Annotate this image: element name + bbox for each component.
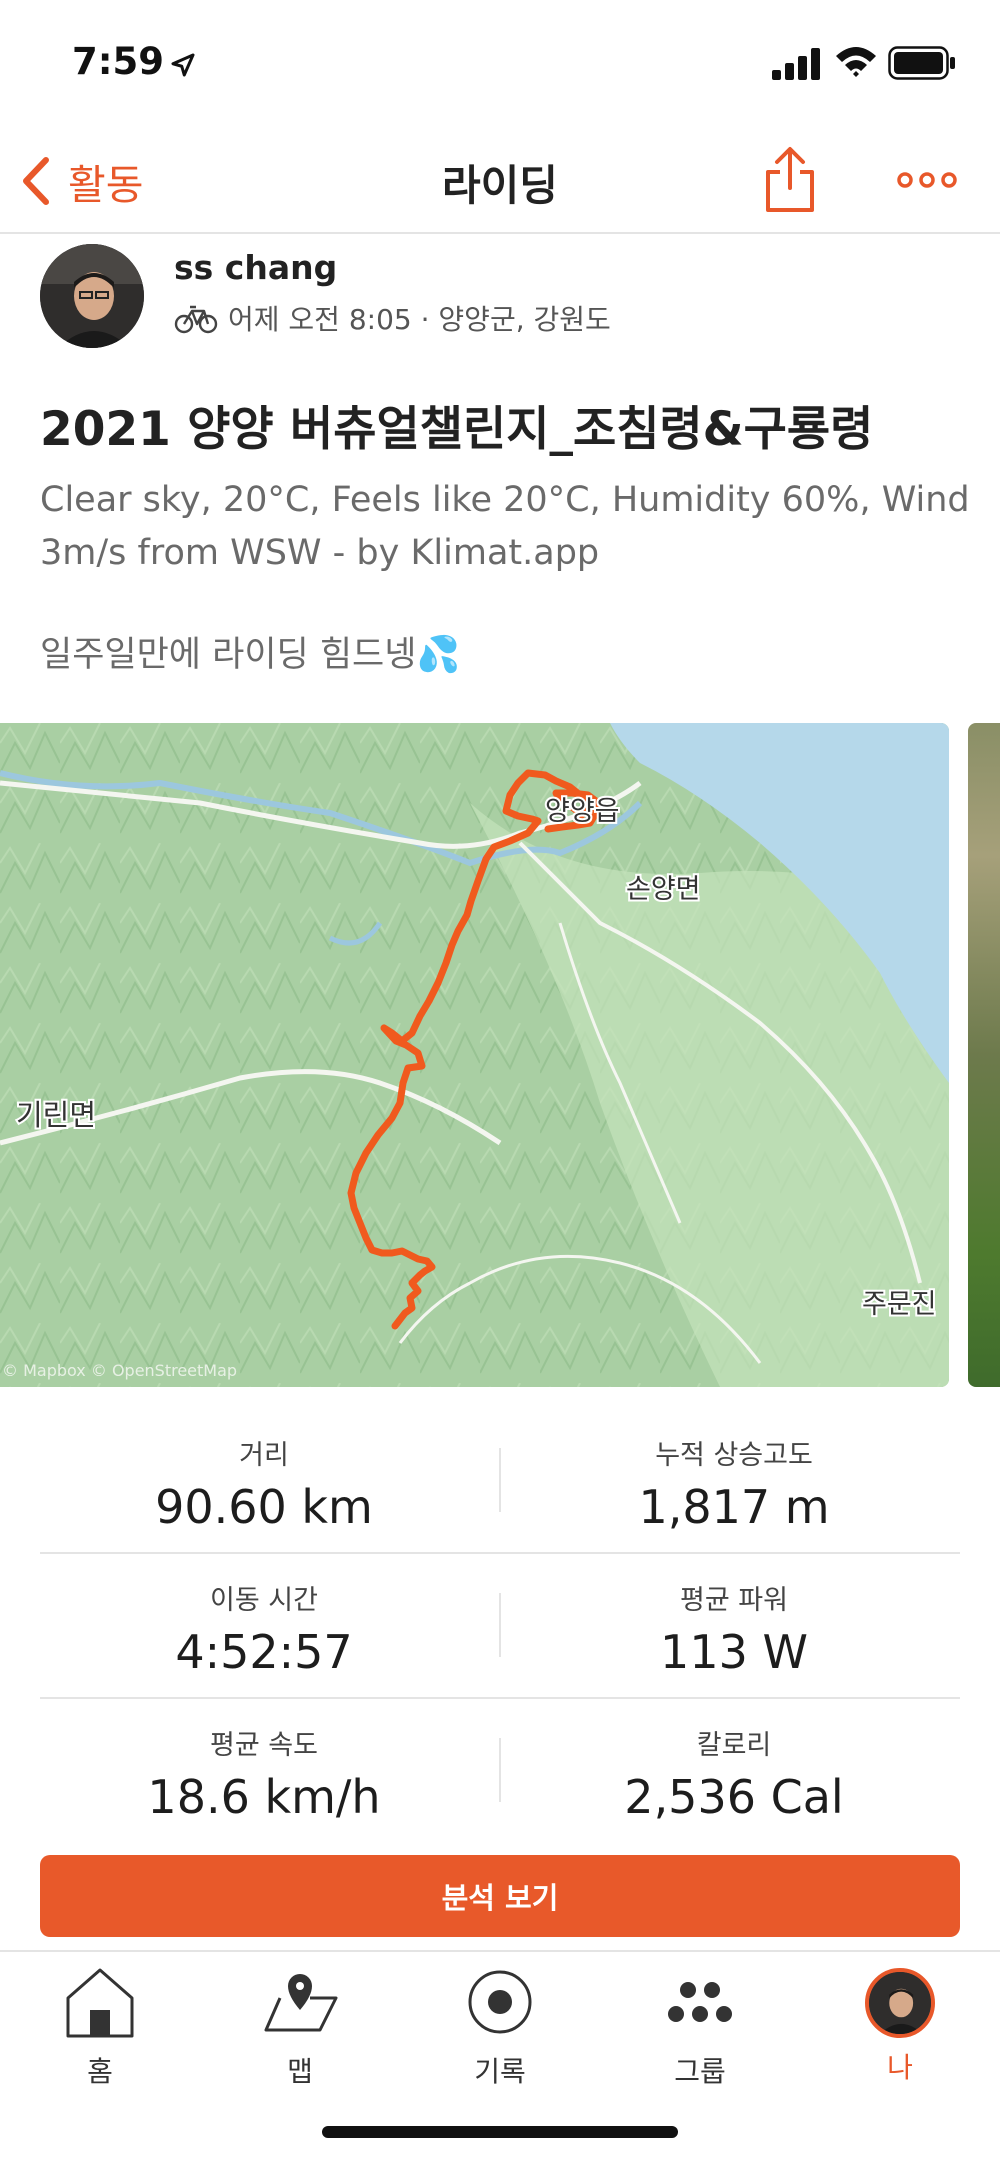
bike-icon — [174, 305, 218, 334]
map-label-jumun: 주문진 — [862, 1289, 937, 1320]
status-time: 7:59 — [72, 40, 165, 83]
profile-avatar — [865, 1968, 935, 2038]
stat-divider — [499, 1593, 501, 1657]
stat-divider — [499, 1448, 501, 1512]
location-arrow-icon — [171, 53, 195, 77]
stat-distance: 거리 90.60 km — [34, 1433, 494, 1534]
activity-note: 일주일만에 라이딩 힘드넹💦 — [40, 635, 461, 675]
activity-time-location: 어제 오전 8:05 · 양양군, 강원도 — [228, 303, 611, 336]
stat-value: 90.60 km — [155, 1480, 373, 1534]
home-icon — [66, 1968, 134, 2038]
tab-label: 그룹 — [674, 2055, 726, 2088]
tab-groups[interactable]: 그룹 — [620, 1962, 780, 2092]
athlete-avatar[interactable] — [40, 244, 144, 348]
more-options-icon[interactable] — [896, 160, 958, 200]
activity-description: Clear sky, 20°C, Feels like 20°C, Humidi… — [40, 480, 970, 573]
stat-value: 113 W — [660, 1625, 808, 1679]
view-analysis-button[interactable]: 분석 보기 — [40, 1855, 960, 1937]
record-icon — [468, 1970, 532, 2034]
chevron-left-icon — [23, 157, 49, 205]
row-divider — [40, 1697, 960, 1699]
stat-label: 평균 파워 — [680, 1585, 788, 1616]
map-icon — [264, 1974, 338, 2032]
stat-label: 칼로리 — [696, 1730, 772, 1761]
activity-meta: 어제 오전 8:05 · 양양군, 강원도 — [174, 298, 611, 338]
tab-home[interactable]: 홈 — [20, 1962, 180, 2092]
tab-label: 맵 — [287, 2055, 313, 2088]
tab-label: 기록 — [474, 2055, 526, 2088]
status-bar: 7:59 — [0, 0, 1000, 130]
stat-value: 18.6 km/h — [147, 1770, 381, 1824]
stat-value: 4:52:57 — [175, 1625, 353, 1679]
page-title: 라이딩 — [442, 161, 558, 210]
route-map[interactable]: 양양읍 손양면 기린면 주문진 © Mapbox © OpenStreetMap — [0, 723, 949, 1387]
nav-header: 활동 라이딩 — [0, 130, 1000, 234]
activity-title: 2021 양양 버츄얼챌린지_조침령&구룡령 — [40, 402, 874, 457]
back-label: 활동 — [68, 161, 144, 209]
map-label-yangyang: 양양읍 — [545, 796, 620, 827]
battery-icon — [888, 46, 955, 80]
tab-map[interactable]: 맵 — [220, 1962, 380, 2092]
share-icon[interactable] — [762, 144, 818, 214]
stat-avg-power: 평균 파워 113 W — [504, 1578, 964, 1679]
wifi-icon — [836, 47, 876, 77]
stat-moving-time: 이동 시간 4:52:57 — [34, 1578, 494, 1679]
stat-value: 2,536 Cal — [624, 1770, 844, 1824]
back-button[interactable]: 활동 — [18, 148, 143, 214]
stat-label: 이동 시간 — [210, 1585, 318, 1616]
tab-label: 홈 — [87, 2055, 113, 2088]
stat-divider — [499, 1738, 501, 1802]
home-indicator — [322, 2126, 678, 2138]
tab-label: 나 — [887, 2051, 913, 2084]
activity-photo-thumbnail[interactable] — [968, 723, 1000, 1387]
map-label-sonyang: 손양면 — [626, 874, 701, 905]
stat-label: 누적 상승고도 — [655, 1440, 813, 1471]
tab-profile[interactable]: 나 — [820, 1962, 980, 2092]
tab-record[interactable]: 기록 — [420, 1962, 580, 2092]
cellular-signal-icon — [772, 48, 820, 80]
athlete-name[interactable]: ss chang — [174, 248, 337, 287]
stat-elevation-gain: 누적 상승고도 1,817 m — [504, 1433, 964, 1534]
row-divider — [40, 1552, 960, 1554]
map-attribution: © Mapbox © OpenStreetMap — [2, 1361, 237, 1380]
stat-value: 1,817 m — [638, 1480, 830, 1534]
stat-label: 거리 — [239, 1440, 289, 1471]
groups-icon — [668, 1982, 732, 2022]
stat-avg-speed: 평균 속도 18.6 km/h — [34, 1723, 494, 1824]
map-label-girin: 기린면 — [16, 1098, 96, 1132]
stat-label: 평균 속도 — [210, 1730, 318, 1761]
stat-calories: 칼로리 2,536 Cal — [504, 1723, 964, 1824]
